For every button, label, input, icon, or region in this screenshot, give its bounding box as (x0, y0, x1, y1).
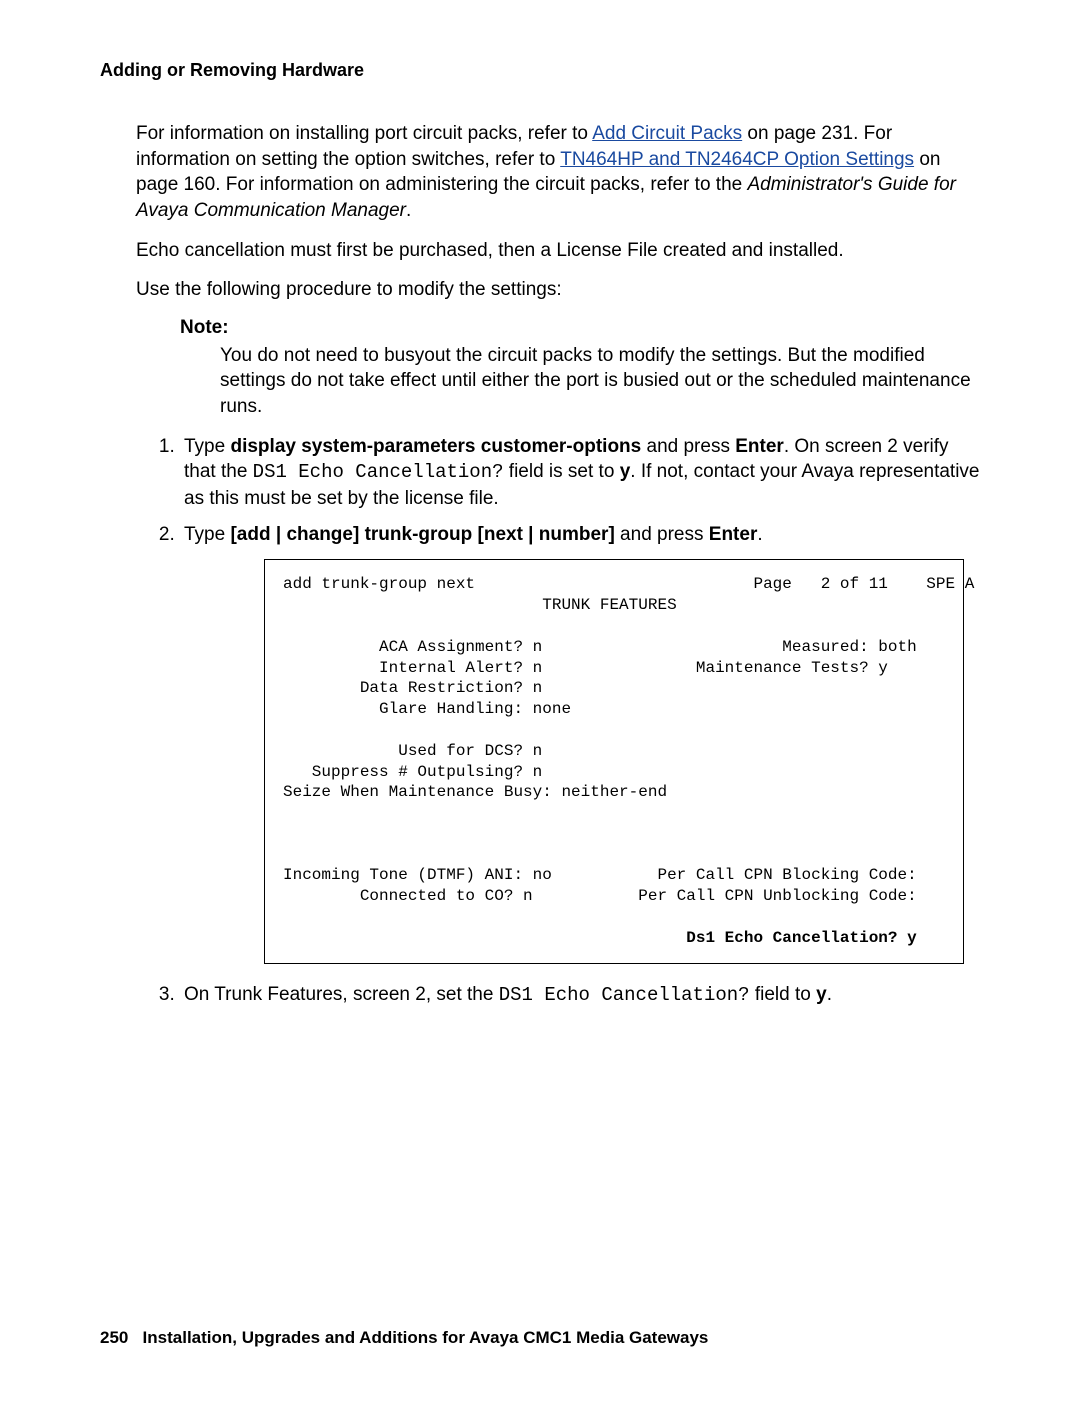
terminal-line: Seize When Maintenance Busy: neither-end (283, 783, 667, 801)
terminal-line: add trunk-group next Page 2 of 11 SPE A (283, 575, 974, 593)
value-y: y (816, 984, 827, 1005)
text: . (827, 984, 832, 1005)
terminal-line: Glare Handling: none (283, 700, 571, 718)
terminal-line: Data Restriction? n (283, 679, 542, 697)
terminal-line (283, 721, 293, 739)
text: For information on installing port circu… (136, 123, 592, 144)
command-text: display system-parameters customer-optio… (230, 436, 641, 457)
value-y: y (620, 461, 631, 482)
paragraph-2: Echo cancellation must first be purchase… (136, 238, 980, 264)
page-number: 250 (100, 1328, 128, 1347)
terminal-line (283, 846, 293, 864)
text: and press (615, 524, 709, 545)
text: On Trunk Features, screen 2, set the (184, 984, 499, 1005)
procedure-list: Type display system-parameters customer-… (100, 434, 980, 1009)
key-enter: Enter (735, 436, 784, 457)
paragraph-1: For information on installing port circu… (136, 121, 980, 224)
terminal-line: TRUNK FEATURES (283, 596, 677, 614)
terminal-line (283, 825, 293, 843)
text: and press (641, 436, 735, 457)
paragraph-3: Use the following procedure to modify th… (136, 277, 980, 303)
page-header: Adding or Removing Hardware (100, 60, 980, 81)
terminal-line: ACA Assignment? n Measured: both (283, 638, 917, 656)
terminal-line: Incoming Tone (DTMF) ANI: no Per Call CP… (283, 866, 917, 884)
terminal-output: add trunk-group next Page 2 of 11 SPE A … (264, 559, 964, 963)
link-tn464hp-settings[interactable]: TN464HP and TN2464CP Option Settings (560, 149, 914, 170)
text: field is set to (504, 461, 620, 482)
text: Type (184, 524, 230, 545)
link-add-circuit-packs[interactable]: Add Circuit Packs (592, 123, 742, 144)
step-1: Type display system-parameters customer-… (180, 434, 980, 512)
note-label: Note: (180, 317, 980, 339)
terminal-line (283, 617, 293, 635)
field-name: DS1 Echo Cancellation? (253, 461, 504, 483)
terminal-line: Internal Alert? n Maintenance Tests? y (283, 659, 888, 677)
terminal-line: Connected to CO? n Per Call CPN Unblocki… (283, 887, 917, 905)
terminal-line: Suppress # Outpulsing? n (283, 763, 542, 781)
key-enter: Enter (709, 524, 758, 545)
page-container: Adding or Removing Hardware For informat… (0, 0, 1080, 1408)
terminal-line (283, 804, 293, 822)
step-3: On Trunk Features, screen 2, set the DS1… (180, 982, 980, 1009)
page-footer: 250 Installation, Upgrades and Additions… (100, 1328, 980, 1348)
field-name: DS1 Echo Cancellation? (499, 984, 750, 1006)
step-2: Type [add | change] trunk-group [next | … (180, 522, 980, 964)
terminal-line-bold: Ds1 Echo Cancellation? y (283, 929, 917, 947)
text: . (406, 200, 411, 221)
terminal-line (283, 908, 293, 926)
text: Type (184, 436, 230, 457)
text: field to (750, 984, 817, 1005)
footer-title: Installation, Upgrades and Additions for… (143, 1328, 709, 1347)
text: . (757, 524, 762, 545)
terminal-line: Used for DCS? n (283, 742, 542, 760)
note-body: You do not need to busyout the circuit p… (220, 343, 980, 420)
command-text: [add | change] trunk-group [next | numbe… (230, 524, 614, 545)
